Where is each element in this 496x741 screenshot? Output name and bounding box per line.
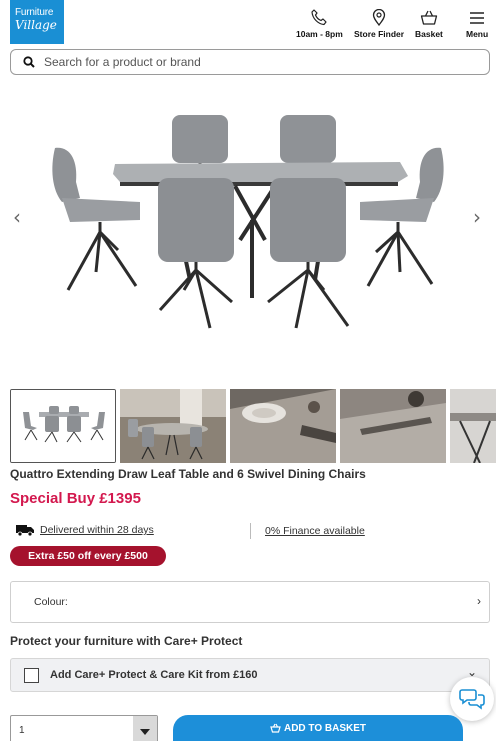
logo-line-1: Furniture	[15, 7, 54, 18]
table-top	[113, 162, 408, 182]
phone-icon	[311, 9, 327, 26]
search-icon[interactable]	[23, 56, 35, 68]
basket-icon	[270, 723, 281, 733]
basket-link[interactable]: Basket	[415, 9, 443, 39]
basket-icon	[420, 10, 438, 25]
thumbnail-1[interactable]	[10, 389, 116, 463]
search-bar[interactable]	[10, 49, 490, 75]
care-protect-checkbox[interactable]	[24, 668, 39, 683]
thumbnail-strip	[10, 389, 496, 463]
opening-hours-link[interactable]: 10am - 8pm	[296, 9, 343, 39]
thumbnail-3[interactable]	[230, 389, 336, 463]
back-chair-left	[172, 115, 228, 168]
colour-label: Colour:	[34, 596, 68, 608]
site-header: Furniture Village 10am - 8pm Store Finde…	[0, 0, 496, 46]
store-finder-link[interactable]: Store Finder	[354, 9, 404, 39]
colour-selector[interactable]: Colour: ›	[10, 581, 490, 623]
care-protect-heading: Protect your furniture with Care+ Protec…	[10, 634, 243, 648]
chevron-right-icon[interactable]: ›	[473, 205, 481, 229]
quantity-select[interactable]: 1	[10, 715, 158, 741]
add-to-basket-button[interactable]: ADD TO BASKET	[173, 715, 463, 741]
brand-logo[interactable]: Furniture Village	[10, 0, 64, 44]
back-chair-right	[280, 115, 336, 168]
dropdown-arrow-icon[interactable]	[133, 716, 157, 741]
thumbnail-2[interactable]	[120, 389, 226, 463]
chat-icon	[459, 689, 485, 710]
opening-hours-label: 10am - 8pm	[296, 29, 343, 39]
chevron-right-icon: ›	[477, 594, 481, 608]
product-main-image[interactable]	[0, 90, 496, 380]
menu-button[interactable]: Menu	[466, 9, 488, 39]
quantity-value: 1	[19, 725, 25, 736]
hamburger-icon	[470, 12, 485, 24]
chat-button[interactable]	[450, 677, 494, 721]
front-chair-right	[267, 178, 350, 329]
location-pin-icon	[372, 9, 386, 26]
product-price: Special Buy £1395	[10, 490, 141, 507]
store-finder-label: Store Finder	[354, 29, 405, 39]
dining-set-illustration	[52, 115, 444, 329]
search-input[interactable]	[44, 55, 464, 69]
care-protect-label: Add Care+ Protect & Care Kit from £160	[50, 669, 258, 681]
delivery-info[interactable]: Delivered within 28 days	[16, 524, 154, 536]
finance-link[interactable]: 0% Finance available	[265, 525, 365, 537]
basket-label: Basket	[415, 29, 443, 39]
add-to-basket-label: ADD TO BASKET	[283, 723, 367, 734]
care-protect-option[interactable]: Add Care+ Protect & Care Kit from £160 ⌄	[10, 658, 490, 692]
thumbnail-5[interactable]	[450, 389, 496, 463]
promo-badge[interactable]: Extra £50 off every £500	[10, 546, 166, 566]
thumbnail-4[interactable]	[340, 389, 446, 463]
delivery-link[interactable]: Delivered within 28 days	[40, 524, 154, 536]
info-divider	[250, 523, 251, 539]
delivery-truck-icon	[16, 525, 34, 536]
menu-label: Menu	[466, 29, 489, 39]
chevron-left-icon[interactable]: ‹	[13, 205, 21, 229]
front-chair-left	[158, 178, 234, 329]
product-title: Quattro Extending Draw Leaf Table and 6 …	[10, 467, 366, 481]
logo-line-2: Village	[15, 18, 57, 32]
